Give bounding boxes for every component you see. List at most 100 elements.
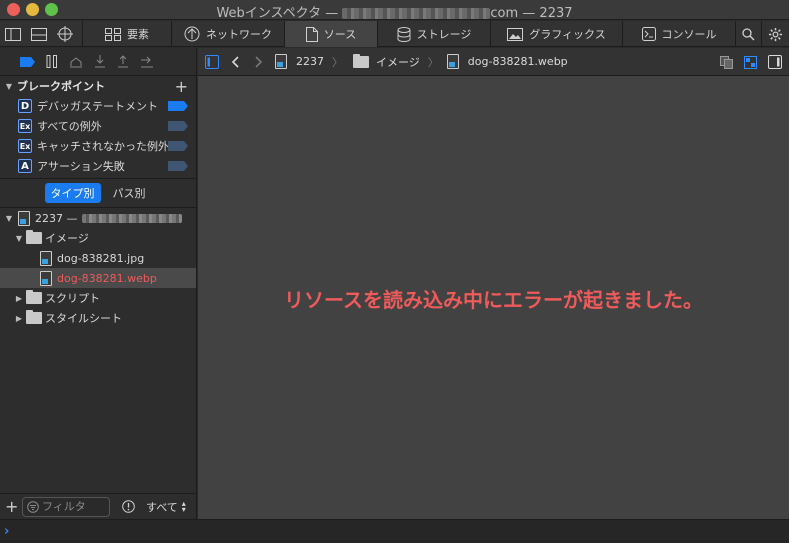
sidebar-filter-bar: + すべて ▴▾: [0, 493, 197, 519]
tab-storage[interactable]: ストレージ: [377, 21, 490, 47]
tab-graphics[interactable]: グラフィックス: [490, 21, 622, 47]
info-icon[interactable]: [122, 500, 135, 513]
group-by-type-button[interactable]: タイプ別: [44, 183, 101, 203]
tree-folder-label: スタイルシート: [45, 312, 122, 325]
tab-sources-label: ソース: [323, 28, 357, 41]
tree-file-label: dog-838281.jpg: [57, 251, 145, 265]
settings-button[interactable]: [761, 21, 789, 47]
filter-input[interactable]: [42, 500, 100, 513]
chevron-left-icon: [231, 55, 239, 68]
title-bar: Webインスペクタ — com — 2237: [0, 0, 789, 21]
dock-bottom-button[interactable]: [26, 21, 52, 47]
breakpoint-enabled-flag-icon[interactable]: [168, 101, 188, 111]
disclosure-triangle-icon[interactable]: ▼: [4, 214, 14, 223]
tree-file-label: dog-838281.webp: [57, 271, 157, 285]
disclosure-triangle-icon[interactable]: ▶: [14, 314, 24, 323]
tab-sources[interactable]: ソース: [284, 21, 377, 47]
step-into-icon[interactable]: [94, 55, 106, 68]
tab-console-label: コンソール: [661, 28, 717, 41]
tree-folder-scripts[interactable]: ▶ スクリプト: [0, 288, 196, 308]
breakpoints-toggle-icon[interactable]: [20, 56, 35, 67]
toggle-navigation-sidebar-button[interactable]: [205, 54, 219, 69]
breakpoint-label: デバッガステートメント: [37, 100, 158, 113]
group-by-path-button[interactable]: パス別: [107, 183, 152, 203]
disclosure-triangle-icon[interactable]: ▼: [14, 234, 24, 243]
tab-storage-label: ストレージ: [416, 28, 472, 41]
disclosure-triangle-icon[interactable]: ▶: [14, 294, 24, 303]
elements-icon: [105, 27, 121, 41]
tree-root-frame[interactable]: ▼ 2237 —: [0, 208, 196, 228]
image-file-icon: [40, 270, 52, 286]
image-grid-icon: [744, 56, 757, 69]
breakpoint-uncaught-exceptions[interactable]: Ex キャッチされなかった例外: [0, 136, 196, 156]
tab-network-label: ネットワーク: [206, 28, 272, 41]
breakpoint-disabled-flag-icon[interactable]: [168, 141, 188, 151]
graphics-icon: [507, 27, 524, 41]
search-button[interactable]: [735, 21, 761, 47]
window-title-prefix: Webインスペクタ —: [216, 6, 343, 21]
tree-folder-stylesheets[interactable]: ▶ スタイルシート: [0, 308, 196, 328]
sources-icon: [305, 26, 318, 42]
tree-folder-label: スクリプト: [45, 292, 100, 305]
dock-side-icon: [5, 27, 21, 41]
console-icon: [641, 27, 656, 41]
breakpoint-disabled-flag-icon[interactable]: [168, 161, 188, 171]
resource-grouping-scope-bar: タイプ別 パス別: [0, 178, 196, 208]
breakpoint-disabled-flag-icon[interactable]: [168, 121, 188, 131]
dock-sidebar-button[interactable]: [0, 21, 26, 47]
tree-file-webp[interactable]: dog-838281.webp: [0, 268, 196, 288]
show-image-grid-button[interactable]: [744, 56, 757, 69]
back-button[interactable]: [231, 55, 239, 68]
gear-icon: [768, 27, 783, 41]
breadcrumb-file-label: dog-838281.webp: [467, 55, 568, 68]
quick-console: ›: [0, 519, 789, 543]
tab-elements[interactable]: 要素: [82, 21, 171, 47]
filter-scope-popup[interactable]: すべて ▴ ▾: [146, 499, 186, 515]
breakpoints-section-header[interactable]: ▼ ブレークポイント +: [0, 76, 196, 96]
step-out-icon[interactable]: [117, 55, 129, 68]
tree-folder-label: イメージ: [45, 232, 89, 245]
breadcrumb-file[interactable]: dog-838281.webp: [446, 54, 568, 69]
breadcrumb-folder[interactable]: イメージ: [351, 53, 420, 70]
breakpoint-label: キャッチされなかった例外: [37, 140, 169, 153]
breakpoint-badge-icon: Ex: [18, 139, 32, 153]
debugger-toolbar: [0, 48, 196, 76]
breakpoint-assertion-failures[interactable]: A アサーション失敗: [0, 156, 196, 176]
sidebar-right-icon: [768, 55, 782, 69]
window-title-suffix: com — 2237: [490, 6, 573, 21]
resource-load-error-message: リソースを読み込み中にエラーが起きました。: [284, 288, 703, 312]
breadcrumb-root-label: 2237: [296, 55, 324, 68]
breadcrumb-separator-icon: 〉: [427, 55, 439, 69]
breakpoint-all-exceptions[interactable]: Ex すべての例外: [0, 116, 196, 136]
breadcrumb-root[interactable]: 2237: [275, 54, 324, 69]
content-navigation-bar: 2237 〉 イメージ 〉 dog-838281.webp: [198, 48, 789, 76]
console-input[interactable]: [15, 524, 756, 539]
add-resource-button[interactable]: +: [5, 497, 18, 516]
step-over-icon[interactable]: [69, 56, 83, 68]
breakpoint-label: アサーション失敗: [37, 160, 125, 173]
add-breakpoint-button[interactable]: +: [175, 77, 188, 96]
breakpoint-debugger-statements[interactable]: D デバッガステートメント: [0, 96, 196, 116]
folder-icon: [26, 230, 42, 244]
navigation-sidebar: ▼ ブレークポイント + D デバッガステートメント Ex すべての例外 Ex …: [0, 48, 197, 519]
tree-file-jpg[interactable]: dog-838281.jpg: [0, 248, 196, 268]
copy-resource-button[interactable]: [720, 56, 733, 69]
crosshair-icon: [57, 26, 73, 42]
step-icon[interactable]: [140, 56, 154, 68]
chevron-right-icon: [255, 55, 263, 68]
tab-console[interactable]: コンソール: [622, 21, 735, 47]
pause-icon[interactable]: [46, 55, 58, 68]
tree-root-label: 2237 —: [35, 211, 78, 225]
breakpoint-badge-icon: D: [18, 99, 32, 113]
inspect-element-button[interactable]: [52, 21, 78, 47]
toggle-details-sidebar-button[interactable]: [768, 55, 782, 69]
document-icon: [275, 54, 287, 69]
filter-scope-label: すべて: [146, 500, 178, 514]
tab-graphics-label: グラフィックス: [529, 28, 606, 41]
tree-folder-images[interactable]: ▼ イメージ: [0, 228, 196, 248]
tab-network[interactable]: ネットワーク: [171, 21, 284, 47]
inspector-tab-bar: 要素 ネットワーク ソース ストレージ グラフィックス コンソール: [0, 21, 789, 47]
forward-button[interactable]: [255, 55, 263, 68]
dock-bottom-icon: [31, 27, 47, 41]
filter-field[interactable]: [22, 496, 110, 517]
